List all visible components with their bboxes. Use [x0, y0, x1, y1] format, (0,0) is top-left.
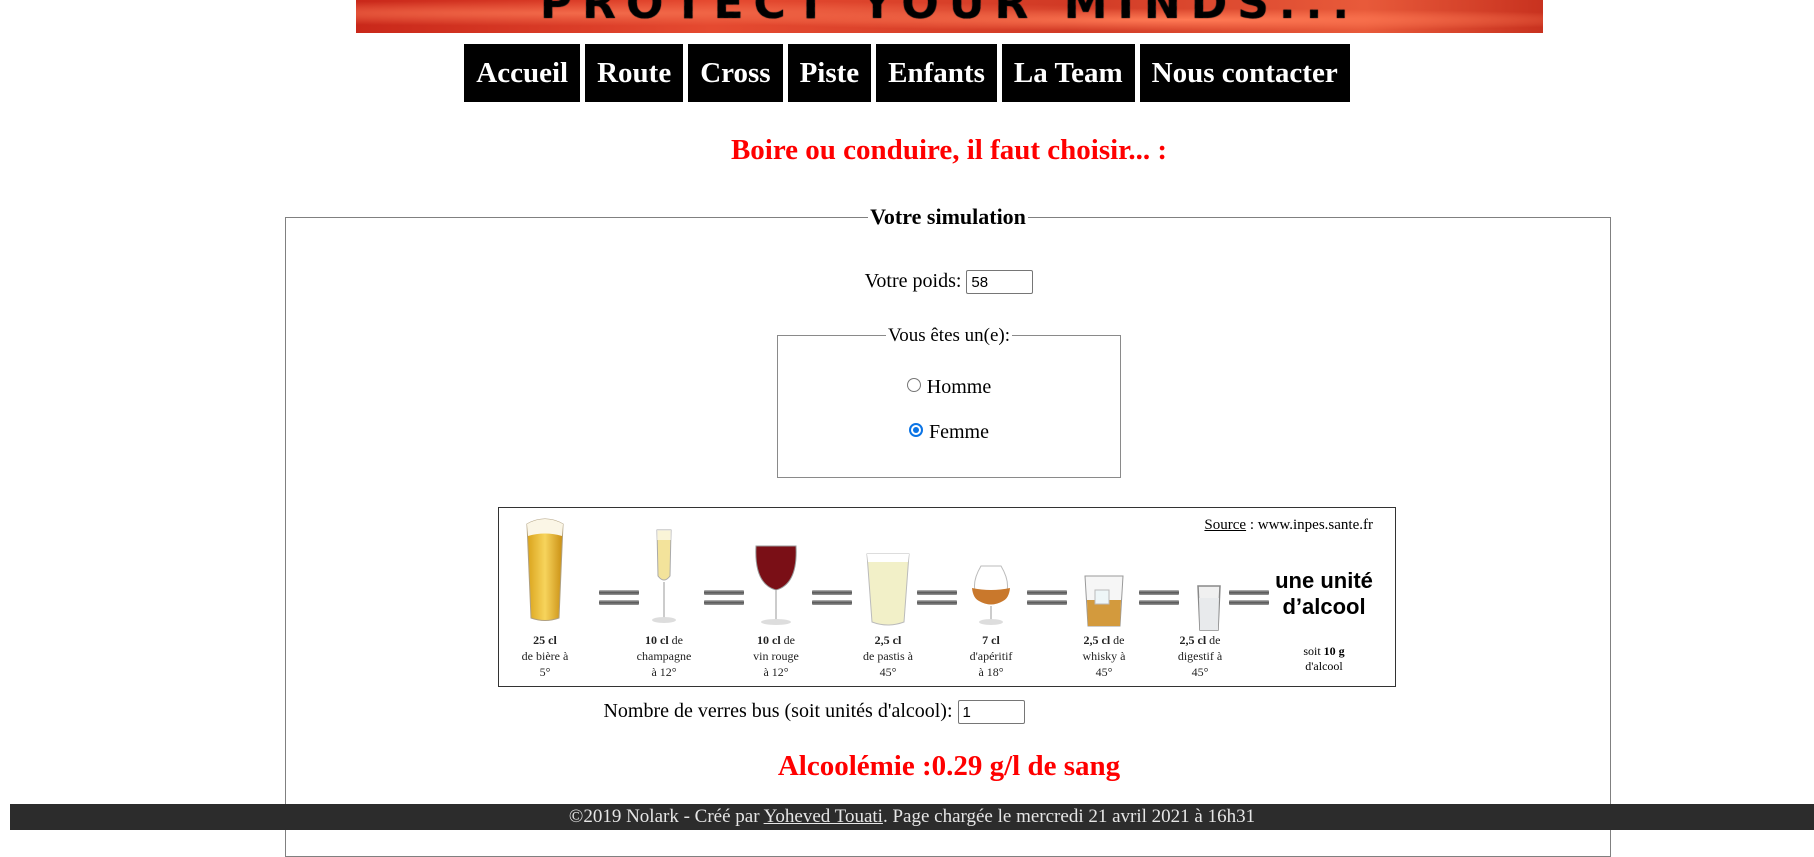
nav-item-route[interactable]: Route	[585, 44, 684, 102]
nav-item-accueil[interactable]: Accueil	[464, 44, 581, 102]
radio-homme[interactable]	[906, 378, 921, 393]
banner-text: PROTECT YOUR MINDS...	[356, 0, 1543, 29]
banner-image: PROTECT YOUR MINDS...	[356, 0, 1543, 33]
radio-femme[interactable]	[909, 423, 923, 438]
weight-input[interactable]	[966, 270, 1034, 295]
nav-item-cross[interactable]: Cross	[688, 44, 783, 102]
radio-label-femme: Femme	[929, 421, 989, 443]
glasses-label: Nombre de verres bus (soit unités d'alco…	[603, 700, 953, 722]
pastis-glass-icon	[866, 553, 910, 626]
aperitif-glass-icon	[972, 565, 1010, 625]
digestif-glass-icon	[1197, 585, 1221, 631]
equals-sign-4	[917, 590, 957, 606]
caption-digestif: 2,5 cl de digestif à 45°	[1177, 633, 1223, 679]
simulation-legend: Votre simulation	[286, 204, 1610, 230]
nav-item-enfants[interactable]: Enfants	[876, 44, 997, 102]
glasses-input[interactable]	[957, 700, 1025, 725]
nav-item-la-team[interactable]: La Team	[1001, 44, 1135, 102]
alcoholemie-result: Alcoolémie :0.29 g/l de sang	[777, 750, 1121, 782]
glasses-row: Nombre de verres bus (soit unités d'alco…	[0, 700, 1628, 725]
simulation-legend-text: Votre simulation	[868, 204, 1028, 229]
equals-sign-2	[704, 590, 744, 606]
radio-label-homme: Homme	[926, 376, 992, 398]
source-value: : www.inpes.sante.fr	[1246, 517, 1373, 533]
beer-glass-icon	[526, 518, 564, 621]
nav-item-nous-contacter[interactable]: Nous contacter	[1139, 44, 1350, 102]
whisky-glass-icon	[1084, 575, 1124, 627]
sex-legend: Vous êtes un(e):	[778, 325, 1120, 347]
source-label: Source	[1204, 517, 1247, 533]
footer-suffix: . Page chargée le mercredi 21 avril 2021…	[882, 806, 1256, 827]
weight-label: Votre poids:	[864, 270, 962, 292]
caption-champagne: 10 cl de champagne à 12°	[636, 633, 692, 679]
image-source: Source : www.inpes.sante.fr	[1204, 517, 1373, 534]
equals-sign-5	[1027, 590, 1067, 606]
page-title: Boire ou conduire, il faut choisir... :	[730, 134, 1168, 166]
radio-option-homme[interactable]: Homme	[778, 376, 1120, 399]
red-wine-glass-icon	[755, 545, 797, 625]
champagne-glass-icon	[652, 529, 676, 623]
alcohol-units-image: Source : www.inpes.sante.fr 25 cl de biè…	[498, 507, 1396, 687]
caption-pastis: 2,5 cl de pastis à 45°	[863, 633, 913, 679]
nav-item-piste[interactable]: Piste	[787, 44, 872, 102]
sex-legend-text: Vous êtes un(e):	[885, 325, 1013, 346]
sex-fieldset: Vous êtes un(e): Homme Femme	[777, 325, 1121, 478]
equals-sign-7	[1229, 590, 1269, 606]
main-nav: Accueil Route Cross Piste Enfants La Team Nous…	[0, 44, 1814, 102]
unit-alcool-title: une unité d’alcool	[1275, 568, 1373, 619]
weight-row: Votre poids:	[0, 270, 1814, 295]
unit-alcool-subtitle: soit 10 g d'alcool	[1303, 644, 1345, 673]
footer-author-link[interactable]: Yoheved Touati	[764, 806, 883, 827]
caption-beer: 25 cl de bière à 5°	[521, 633, 569, 679]
footer-prefix: ©2019 Nolark - Créé par	[568, 806, 764, 827]
equals-sign-1	[599, 590, 639, 606]
caption-whisky: 2,5 cl de whisky à 45°	[1082, 633, 1126, 679]
caption-red-wine: 10 cl de vin rouge à 12°	[753, 633, 799, 679]
footer: ©2019 Nolark - Créé par Yoheved Touati. …	[10, 804, 1814, 830]
radio-option-femme[interactable]: Femme	[778, 421, 1120, 444]
equals-sign-6	[1139, 590, 1179, 606]
caption-aperitif: 7 cl d'apéritif à 18°	[969, 633, 1013, 679]
equals-sign-3	[812, 590, 852, 606]
